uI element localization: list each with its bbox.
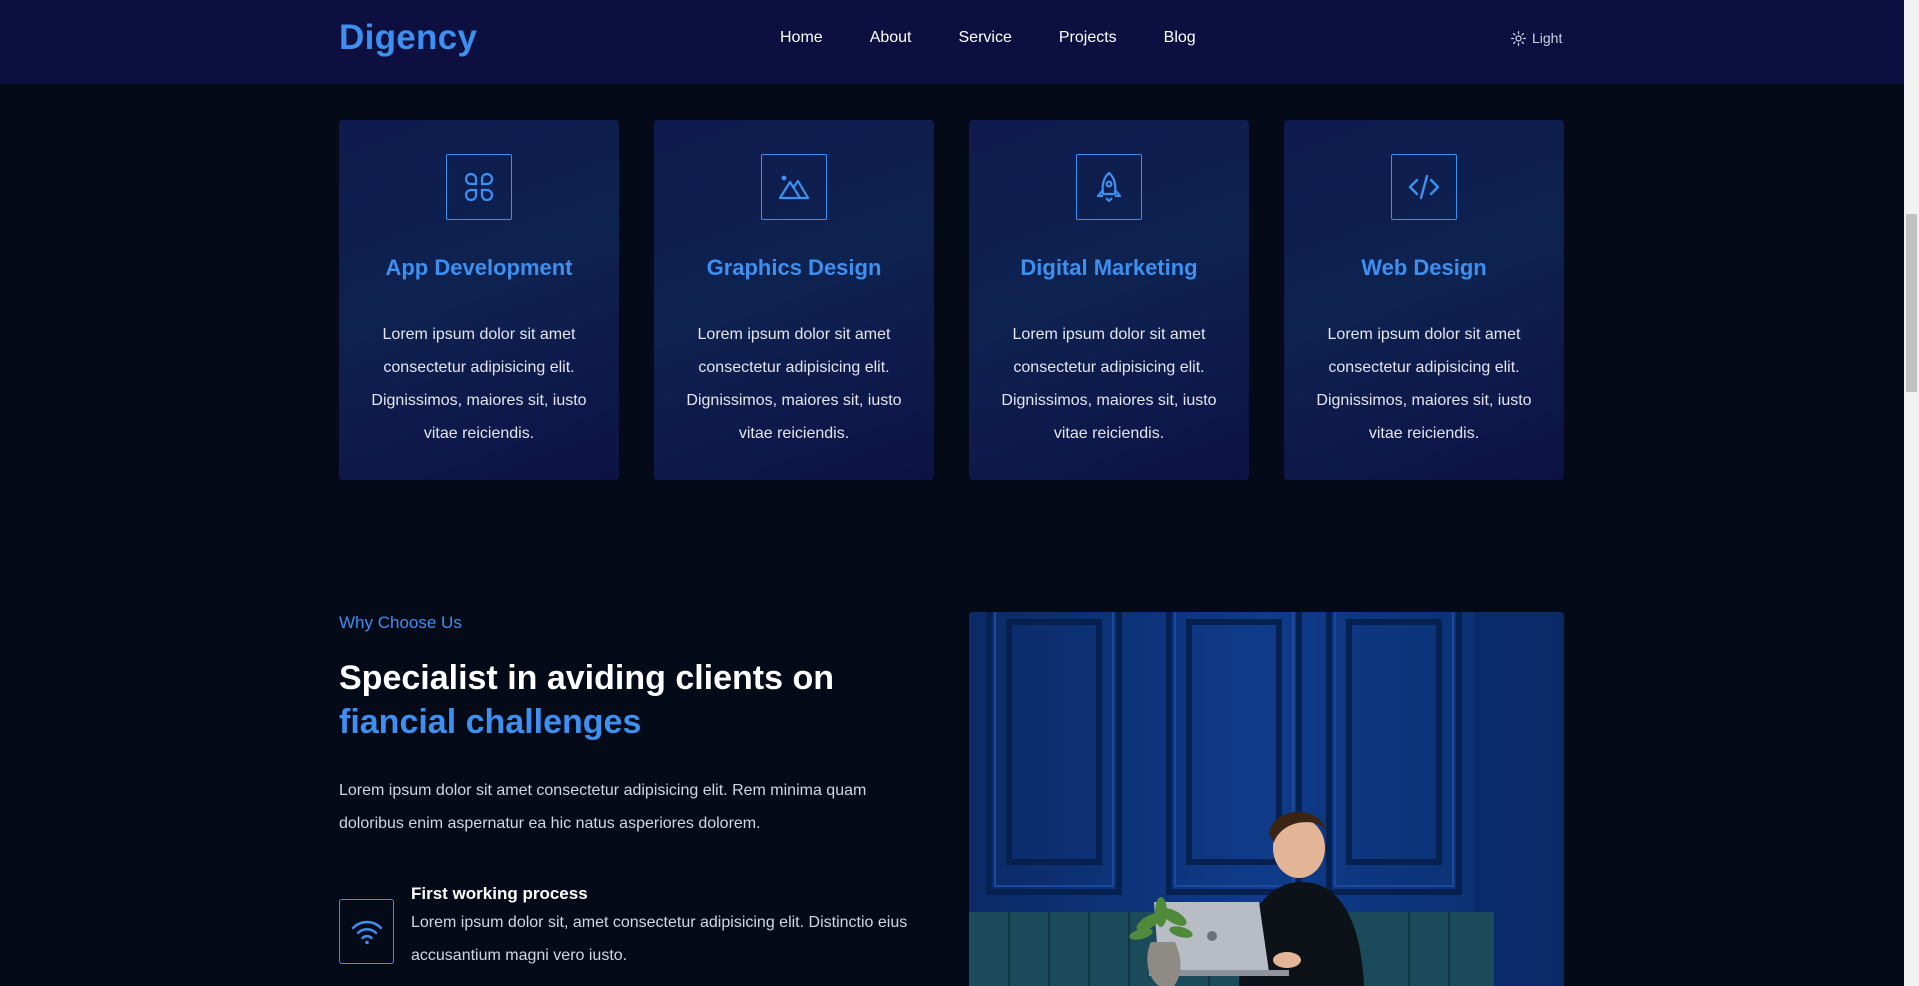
office-photo: [969, 612, 1564, 986]
service-card-digital-marketing[interactable]: Digital Marketing Lorem ipsum dolor sit …: [969, 120, 1249, 480]
service-title: Digital Marketing: [1020, 255, 1198, 280]
service-title: App Development: [385, 255, 573, 280]
why-heading-line1: Specialist in aviding clients on: [339, 659, 835, 697]
nav-about[interactable]: About: [870, 29, 912, 47]
service-card-app-development[interactable]: App Development Lorem ipsum dolor sit am…: [339, 120, 619, 480]
rocket-icon: [1076, 154, 1142, 220]
nav-service[interactable]: Service: [959, 29, 1012, 47]
main-nav: Home About Service Projects Blog: [780, 29, 1196, 47]
app-grid-icon: [446, 154, 512, 220]
theme-toggle-button[interactable]: Light: [1511, 30, 1562, 46]
service-title: Web Design: [1361, 255, 1487, 280]
service-card-graphics-design[interactable]: Graphics Design Lorem ipsum dolor sit am…: [654, 120, 934, 480]
why-eyebrow: Why Choose Us: [339, 613, 462, 632]
feature-description: Lorem ipsum dolor sit, amet consectetur …: [411, 914, 908, 964]
sun-icon: [1511, 30, 1526, 46]
theme-toggle-label: Light: [1532, 30, 1563, 46]
nav-blog[interactable]: Blog: [1164, 29, 1196, 47]
mountain-image-icon: [761, 154, 827, 220]
page-scrollbar[interactable]: [1904, 0, 1919, 986]
scrollbar-thumb[interactable]: [1906, 214, 1917, 392]
service-card-web-design[interactable]: Web Design Lorem ipsum dolor sit amet co…: [1284, 120, 1564, 480]
service-description: Lorem ipsum dolor sit amet consectetur a…: [686, 326, 902, 442]
why-heading-line2: fiancial challenges: [339, 703, 642, 741]
service-description: Lorem ipsum dolor sit amet consectetur a…: [1001, 326, 1217, 442]
nav-projects[interactable]: Projects: [1059, 29, 1117, 47]
service-description: Lorem ipsum dolor sit amet consectetur a…: [1316, 326, 1532, 442]
service-title: Graphics Design: [706, 255, 882, 280]
code-icon: [1391, 154, 1457, 220]
service-description: Lorem ipsum dolor sit amet consectetur a…: [371, 326, 587, 442]
why-heading: Specialist in aviding clients on fiancia…: [339, 656, 939, 744]
why-description: Lorem ipsum dolor sit amet consectetur a…: [339, 782, 867, 832]
feature-title: First working process: [411, 884, 588, 903]
wifi-icon: [339, 899, 394, 964]
site-logo[interactable]: Digency: [339, 18, 477, 58]
nav-home[interactable]: Home: [780, 29, 823, 47]
site-header: Digency Home About Service Projects Blog…: [0, 0, 1904, 84]
